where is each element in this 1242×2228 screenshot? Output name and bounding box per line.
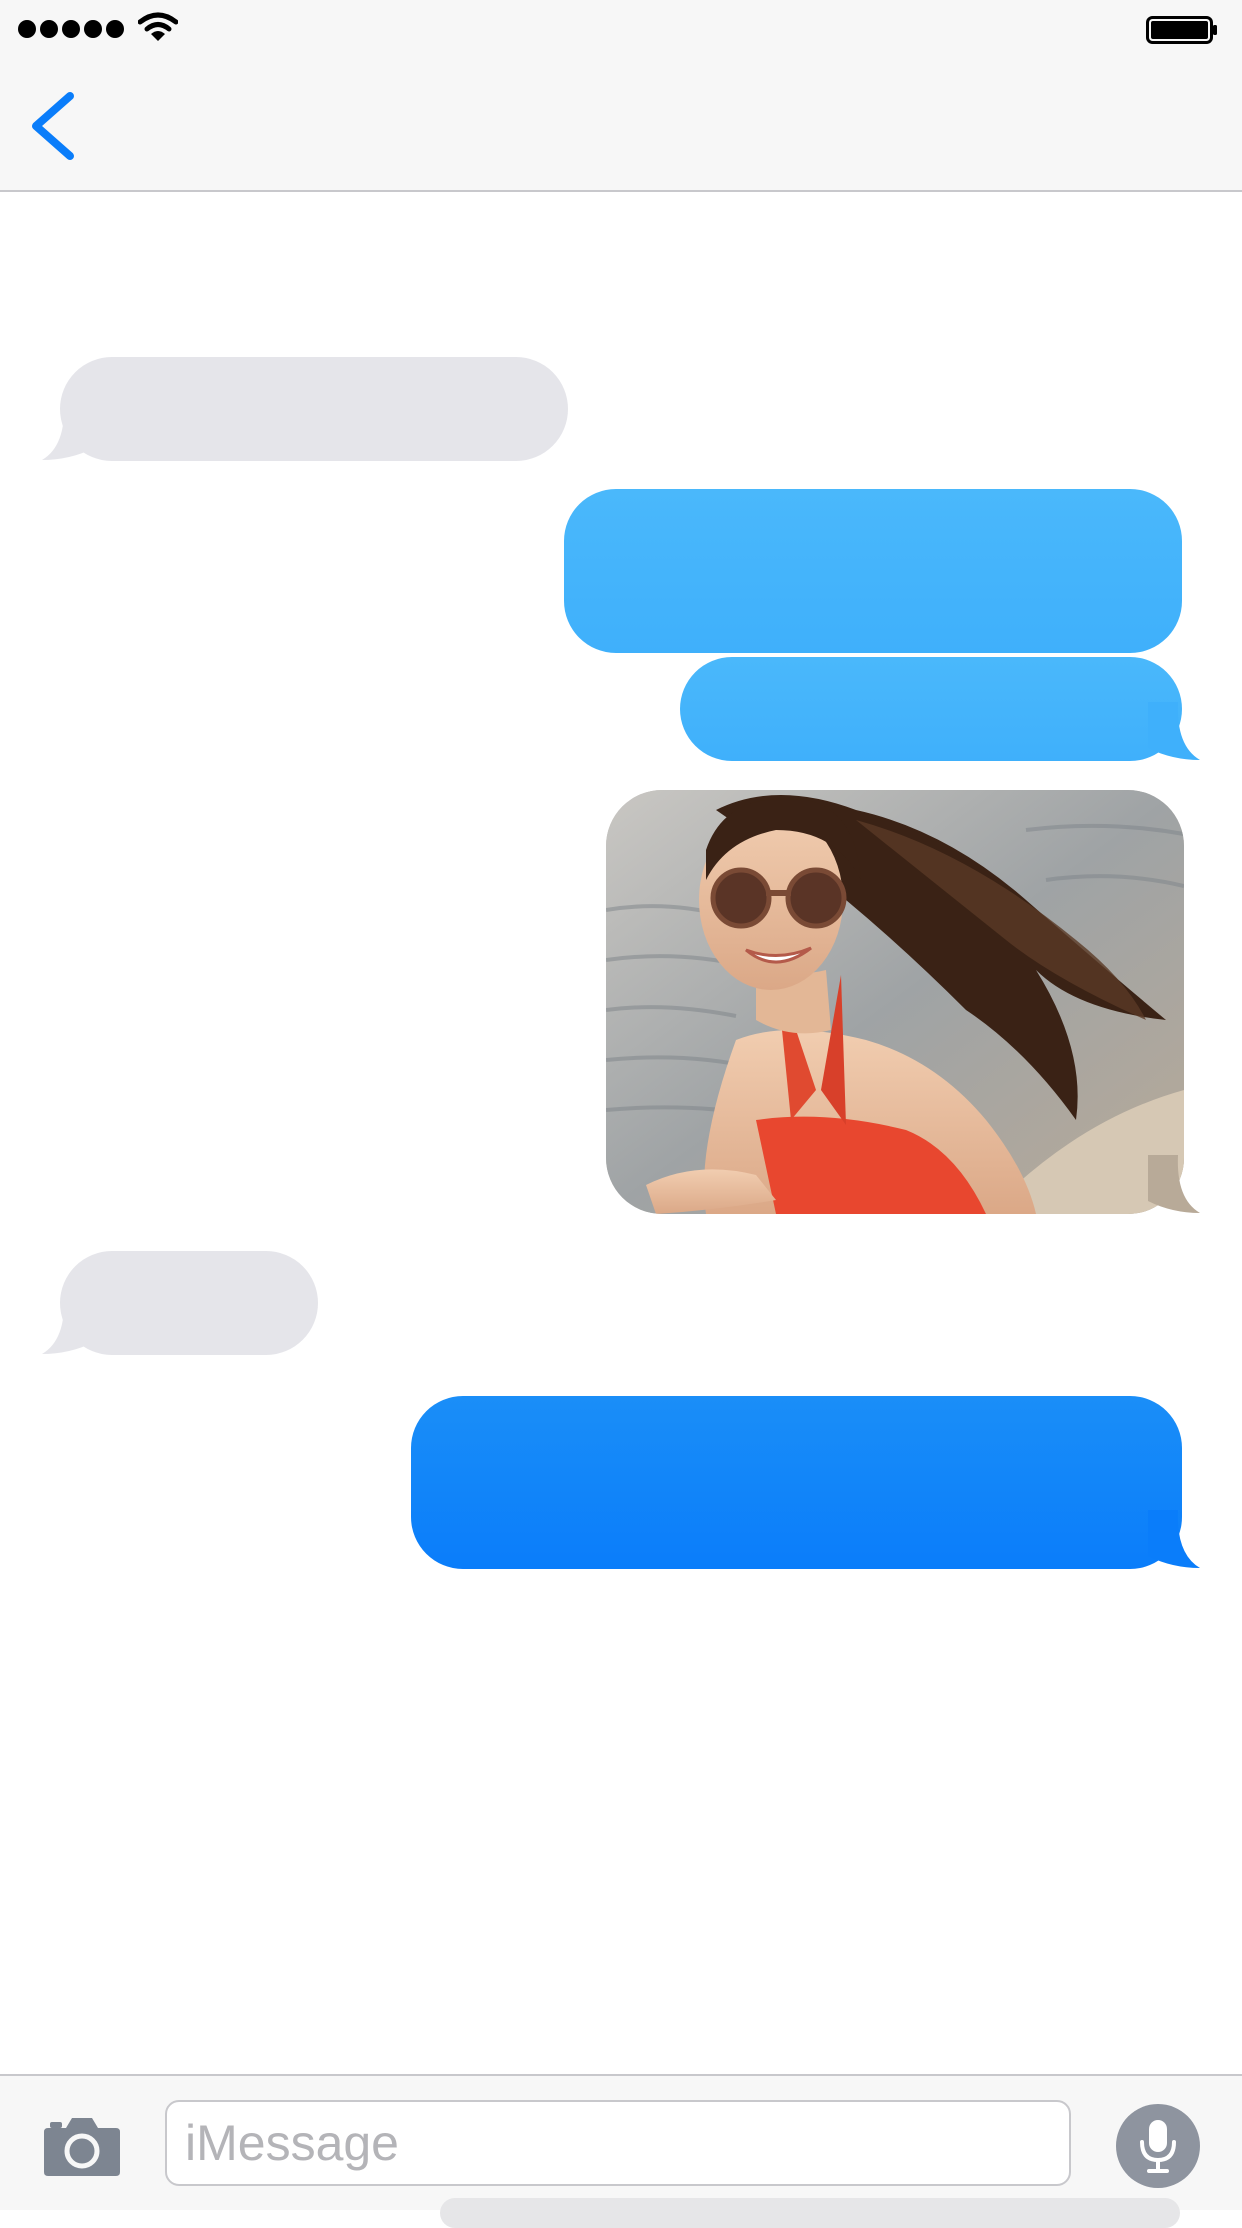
battery-icon <box>1146 16 1217 44</box>
beach-portrait-photo <box>606 790 1184 1214</box>
bubble-tail <box>1148 702 1200 760</box>
microphone-icon <box>1140 2120 1176 2173</box>
chevron-left-icon[interactable] <box>28 90 78 162</box>
signal-dot <box>106 20 124 38</box>
message-bubble-sent[interactable] <box>680 657 1182 761</box>
signal-dots-icon <box>18 20 124 38</box>
navigation-bar <box>0 0 1242 192</box>
keyboard-suggestion-bar <box>440 2198 1180 2228</box>
signal-dot <box>62 20 80 38</box>
bubble-tail <box>1148 1510 1200 1568</box>
microphone-button[interactable] <box>1116 2104 1200 2188</box>
image-message-bubble[interactable] <box>606 790 1184 1214</box>
signal-dot <box>40 20 58 38</box>
message-composer <box>0 2074 1242 2210</box>
message-bubble-received[interactable] <box>60 357 568 461</box>
bubble-tail <box>1148 1155 1200 1213</box>
message-bubble-sent[interactable] <box>564 489 1182 653</box>
camera-icon[interactable] <box>42 2114 122 2178</box>
message-input[interactable] <box>165 2100 1071 2186</box>
signal-dot <box>84 20 102 38</box>
wifi-icon <box>138 12 178 41</box>
bubble-tail <box>42 402 94 460</box>
signal-dot <box>18 20 36 38</box>
bubble-tail <box>42 1296 94 1354</box>
message-bubble-sent[interactable] <box>411 1396 1182 1569</box>
